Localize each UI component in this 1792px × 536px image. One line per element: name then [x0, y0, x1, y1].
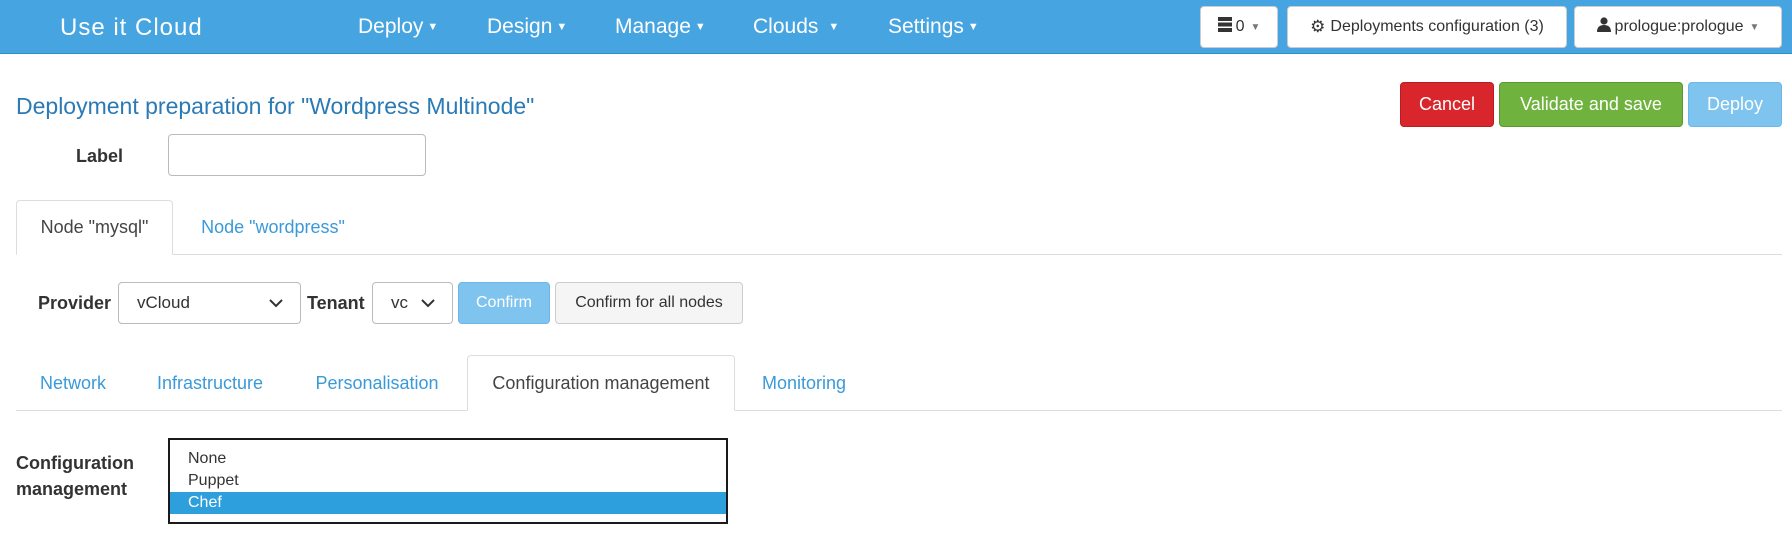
config-management-label-line1: Configuration: [16, 453, 134, 473]
section-tabs-divider: [16, 410, 1782, 411]
tenant-select-value: vc: [391, 293, 408, 312]
caret-down-icon: ▼: [694, 21, 706, 33]
label-input[interactable]: [168, 134, 426, 176]
caret-down-icon: ▼: [1250, 21, 1261, 33]
tab-network[interactable]: Network: [16, 356, 130, 410]
page-title: Deployment preparation for "Wordpress Mu…: [16, 93, 535, 119]
menu-manage-label: Manage: [615, 15, 691, 38]
chevron-down-icon: [420, 295, 436, 316]
config-management-listbox[interactable]: None Puppet Chef: [168, 438, 728, 524]
provider-select-value: vCloud: [137, 293, 190, 312]
option-chef[interactable]: Chef: [170, 492, 726, 514]
tab-node-mysql[interactable]: Node "mysql": [16, 200, 173, 255]
tab-configuration-management[interactable]: Configuration management: [467, 355, 735, 411]
tab-node-wordpress[interactable]: Node "wordpress": [183, 200, 363, 255]
server-counter-value: 0: [1235, 18, 1245, 35]
deployments-config-label: Deployments configuration (3): [1330, 18, 1544, 35]
menu-clouds[interactable]: Clouds ▼: [753, 0, 839, 54]
menu-settings-label: Settings: [888, 15, 964, 38]
tenant-select[interactable]: vc: [372, 282, 453, 324]
provider-select[interactable]: vCloud: [118, 282, 301, 324]
menu-settings[interactable]: Settings ▼: [888, 0, 979, 54]
top-navbar: Use it Cloud Deploy ▼ Design ▼ Manage ▼ Clo…: [0, 0, 1792, 54]
menu-manage[interactable]: Manage ▼: [615, 0, 706, 54]
caret-down-icon: ▼: [556, 21, 568, 33]
brand-logo[interactable]: Use it Cloud: [60, 14, 203, 42]
menu-clouds-label: Clouds: [753, 15, 819, 38]
option-none[interactable]: None: [170, 448, 726, 470]
config-management-label: Configuration management: [16, 450, 134, 502]
deployments-config-button[interactable]: ⚙ Deployments configuration (3): [1287, 6, 1567, 48]
menu-deploy[interactable]: Deploy ▼: [358, 0, 438, 54]
chevron-down-icon: [268, 295, 284, 316]
caret-down-icon: ▼: [1749, 21, 1760, 33]
option-puppet[interactable]: Puppet: [170, 470, 726, 492]
user-icon: [1596, 17, 1611, 37]
gear-icon: ⚙: [1310, 17, 1326, 36]
cancel-button[interactable]: Cancel: [1400, 82, 1494, 127]
config-management-label-line2: management: [16, 479, 128, 499]
confirm-all-nodes-button[interactable]: Confirm for all nodes: [555, 282, 743, 324]
tenant-label: Tenant: [307, 293, 365, 313]
user-menu-button[interactable]: prologue:prologue ▼: [1574, 6, 1782, 48]
server-counter-button[interactable]: 0 ▼: [1200, 6, 1278, 48]
deploy-button[interactable]: Deploy: [1688, 82, 1782, 127]
caret-down-icon: ▼: [967, 21, 979, 33]
menu-design-label: Design: [487, 15, 553, 38]
user-label: prologue:prologue: [1614, 18, 1744, 35]
confirm-button[interactable]: Confirm: [458, 282, 550, 324]
server-stack-icon: [1217, 17, 1232, 37]
caret-down-icon: ▼: [427, 21, 439, 33]
menu-deploy-label: Deploy: [358, 15, 424, 38]
caret-down-icon: ▼: [828, 21, 840, 33]
tab-monitoring[interactable]: Monitoring: [745, 356, 863, 410]
label-field-label: Label: [76, 146, 124, 166]
validate-and-save-button[interactable]: Validate and save: [1499, 82, 1683, 127]
tab-infrastructure[interactable]: Infrastructure: [140, 356, 280, 410]
provider-label: Provider: [38, 293, 112, 313]
tab-personalisation[interactable]: Personalisation: [300, 356, 454, 410]
menu-design[interactable]: Design ▼: [487, 0, 567, 54]
